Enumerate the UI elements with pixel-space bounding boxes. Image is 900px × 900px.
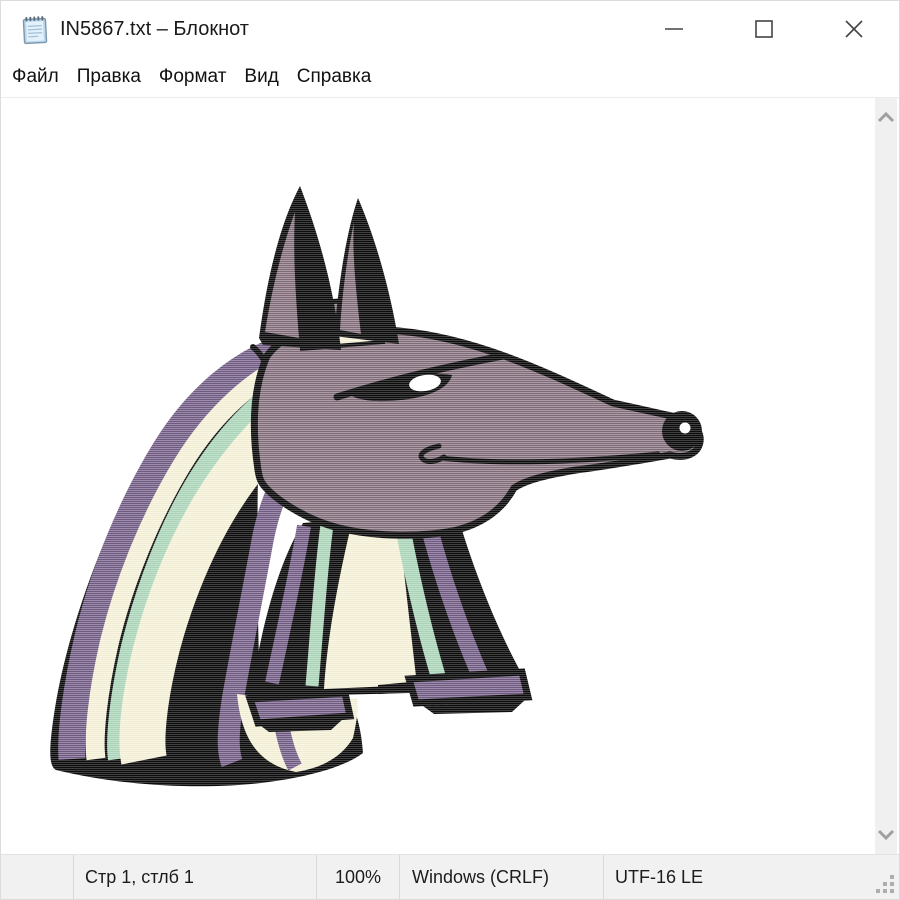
minimize-button[interactable] xyxy=(629,1,719,57)
menu-format[interactable]: Формат xyxy=(150,61,236,93)
statusbar: Стр 1, стлб 1 100% Windows (CRLF) UTF-16… xyxy=(1,854,899,899)
notepad-icon xyxy=(21,13,51,45)
anubis-artwork xyxy=(1,98,876,854)
menu-view[interactable]: Вид xyxy=(235,61,287,93)
jackal-head xyxy=(254,186,702,535)
menubar: Файл Правка Формат Вид Справка xyxy=(1,57,899,98)
face xyxy=(254,326,700,535)
status-line-ending: Windows (CRLF) xyxy=(399,855,603,899)
nostril xyxy=(680,423,691,434)
status-zoom-level: 100% xyxy=(316,855,399,899)
menu-file[interactable]: Файл xyxy=(3,61,68,93)
titlebar[interactable]: IN5867.txt – Блокнот xyxy=(1,1,899,57)
maximize-button[interactable] xyxy=(719,1,809,57)
minimize-icon xyxy=(663,18,685,40)
right-hem xyxy=(409,672,528,703)
status-encoding: UTF-16 LE xyxy=(603,855,899,899)
resize-grip-icon[interactable] xyxy=(874,873,896,895)
window-title: IN5867.txt – Блокнот xyxy=(60,18,249,41)
chest xyxy=(250,510,528,732)
menu-edit[interactable]: Правка xyxy=(68,61,150,93)
close-button[interactable] xyxy=(809,1,899,57)
chevron-up-icon[interactable] xyxy=(877,112,895,123)
status-spacer xyxy=(1,855,73,899)
status-cursor-position: Стр 1, стлб 1 xyxy=(73,855,316,899)
notepad-window: IN5867.txt – Блокнот Файл Правка xyxy=(0,0,900,900)
chevron-down-icon[interactable] xyxy=(877,829,895,840)
vertical-scrollbar[interactable] xyxy=(875,98,897,854)
edit-area[interactable] xyxy=(1,98,899,854)
window-controls xyxy=(629,1,899,57)
menu-help[interactable]: Справка xyxy=(288,61,381,93)
left-hem xyxy=(250,693,350,723)
close-icon xyxy=(843,18,865,40)
maximize-icon xyxy=(753,18,775,40)
